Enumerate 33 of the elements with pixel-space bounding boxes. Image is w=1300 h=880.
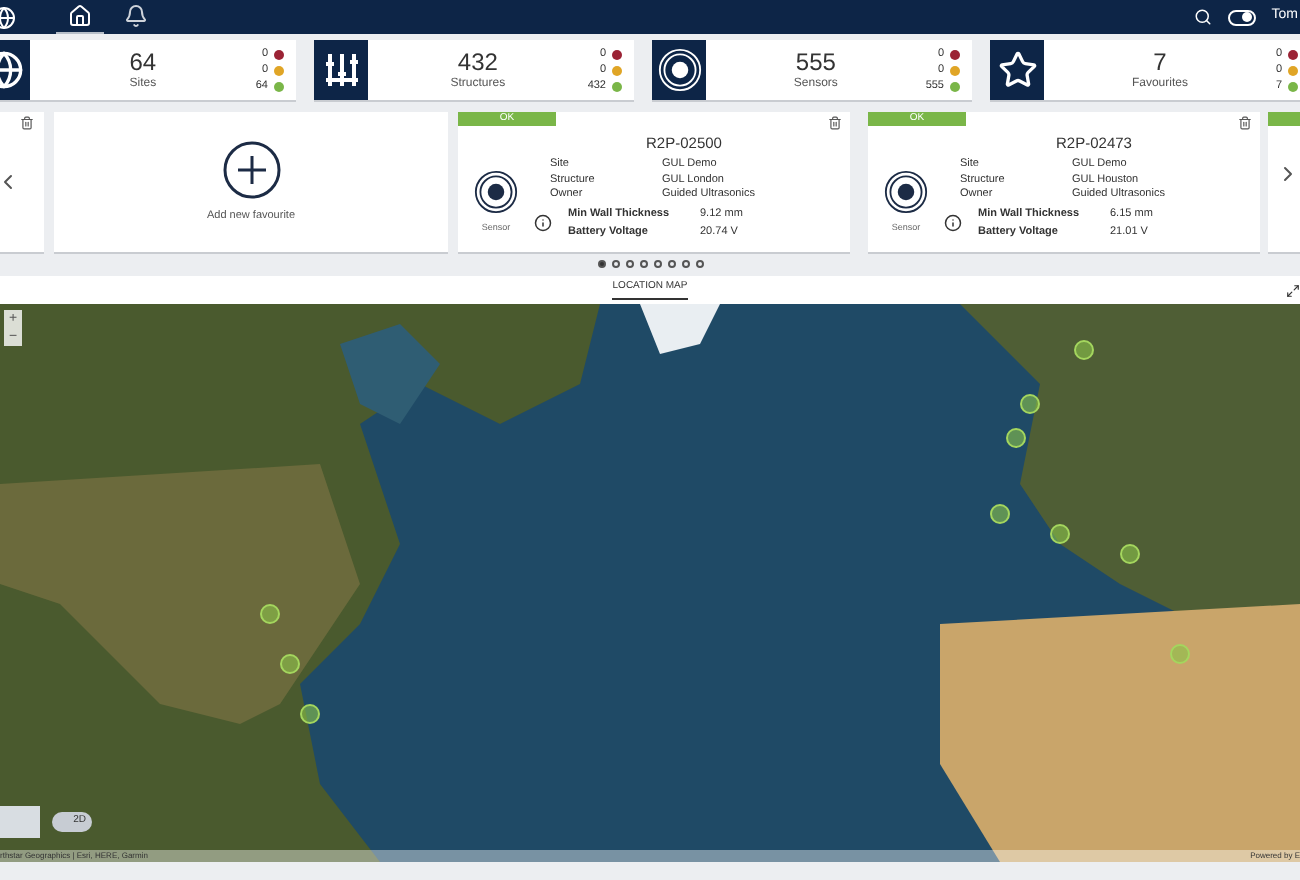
info-icon[interactable] (944, 214, 962, 233)
theme-toggle[interactable] (1227, 9, 1256, 25)
location-marker[interactable] (300, 704, 320, 724)
home-icon (68, 4, 92, 28)
basemap-thumbnail[interactable] (0, 806, 40, 838)
trash-icon[interactable] (1238, 116, 1252, 130)
location-marker[interactable] (260, 604, 280, 624)
stat-value: 432 (457, 50, 498, 74)
stat-value: 555 (795, 50, 836, 74)
expand-icon[interactable] (1286, 283, 1300, 297)
location-marker[interactable] (1074, 340, 1094, 360)
structure-icon (321, 50, 361, 90)
bell-icon (124, 4, 148, 28)
stat-value: 7 (1153, 50, 1167, 74)
trash-icon[interactable] (20, 116, 34, 130)
location-marker[interactable] (1050, 524, 1070, 544)
search-icon[interactable] (1193, 8, 1212, 26)
location-marker[interactable] (280, 654, 300, 674)
nav-tab[interactable] (56, 0, 104, 34)
location-marker[interactable] (990, 504, 1010, 524)
plus-circle-icon (221, 139, 281, 200)
status-strip (1268, 112, 1300, 126)
location-marker[interactable] (1006, 428, 1026, 448)
location-marker[interactable] (1020, 394, 1040, 414)
trash-icon[interactable] (828, 116, 842, 130)
sensor-icon (657, 48, 701, 92)
stat-value: 64 (129, 50, 157, 74)
sensor-icon (884, 170, 928, 215)
star-icon (997, 50, 1037, 90)
info-icon[interactable] (534, 214, 552, 233)
location-marker[interactable] (1120, 544, 1140, 564)
location-marker[interactable] (1170, 644, 1190, 664)
sensor-icon (474, 170, 518, 215)
